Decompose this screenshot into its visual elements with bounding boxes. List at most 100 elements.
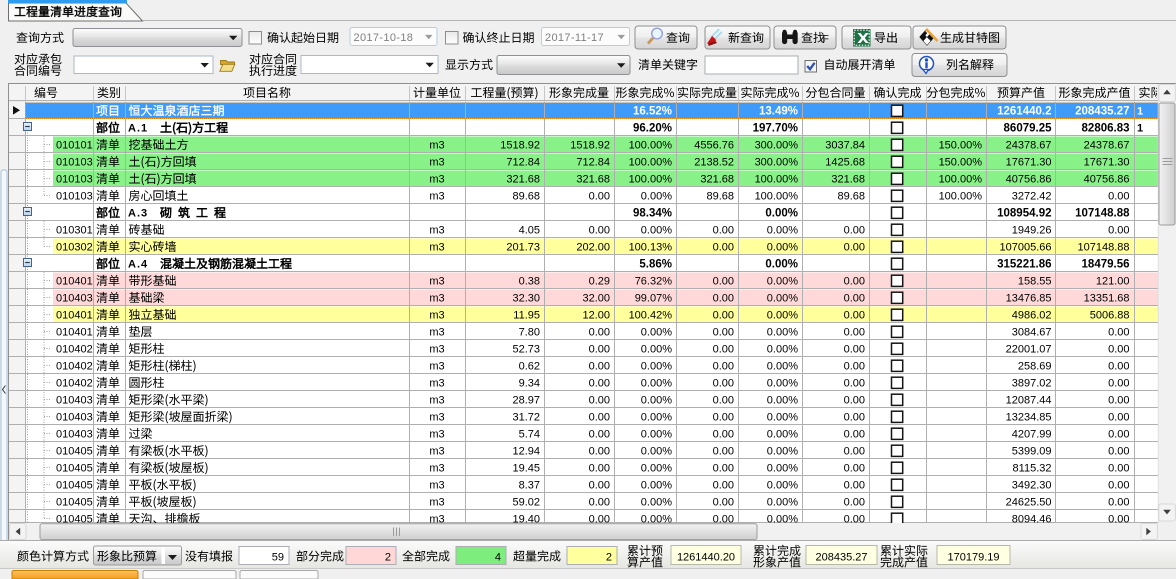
svg-text:0.00: 0.00 [589,378,610,390]
svg-text:010401: 010401 [56,276,93,288]
svg-text:0.00: 0.00 [589,480,610,492]
svg-text:108954.92: 108954.92 [997,208,1051,220]
svg-text:0.00%: 0.00% [641,327,672,339]
svg-text:5006.88: 5006.88 [1090,310,1130,322]
svg-text:4986.02: 4986.02 [1012,310,1052,322]
svg-text:m3: m3 [429,463,444,475]
svg-text:0.00: 0.00 [1108,412,1129,424]
svg-text:0.00: 0.00 [844,395,865,407]
svg-text:A.4: A.4 [128,259,148,271]
svg-text:0.00: 0.00 [713,412,734,424]
svg-text:4207.99: 4207.99 [1012,429,1052,441]
svg-text:11.95: 11.95 [513,310,540,322]
svg-text:5.74: 5.74 [519,429,540,441]
svg-text:A.1: A.1 [128,123,148,135]
svg-text:712.84: 712.84 [506,157,540,169]
svg-text:150.00%: 150.00% [939,140,983,152]
svg-text:A.3: A.3 [128,208,148,220]
svg-text:107005.66: 107005.66 [1000,242,1052,254]
svg-text:m3: m3 [429,497,444,509]
svg-text:0.00: 0.00 [844,429,865,441]
svg-text:010403: 010403 [56,395,93,407]
svg-text:0.00: 0.00 [844,497,865,509]
svg-text:m3: m3 [429,140,444,152]
svg-text:F: F [823,33,829,45]
svg-text:1518.92: 1518.92 [570,140,610,152]
svg-text:201.73: 201.73 [506,242,540,254]
svg-text:010402: 010402 [56,378,93,390]
svg-text:100.42%: 100.42% [629,310,673,322]
svg-text:150.00%: 150.00% [939,157,983,169]
svg-text:0.00: 0.00 [844,276,865,288]
svg-text:197.70%: 197.70% [753,123,798,135]
svg-text:9.34: 9.34 [519,378,540,390]
svg-text:0.00: 0.00 [1108,446,1129,458]
svg-text:12087.44: 12087.44 [1006,395,1052,407]
svg-text:321.68: 321.68 [576,174,610,186]
svg-text:0.00%: 0.00% [767,276,798,288]
svg-text:0.00: 0.00 [844,225,865,237]
svg-text:17671.30: 17671.30 [1084,157,1130,169]
svg-text:0.00: 0.00 [713,429,734,441]
svg-text:107148.88: 107148.88 [1078,242,1130,254]
svg-text:m3: m3 [429,361,444,373]
svg-text:m3: m3 [429,412,444,424]
svg-text:0.00: 0.00 [1108,429,1129,441]
svg-text:100.00%: 100.00% [629,174,673,186]
svg-text:0.00: 0.00 [713,310,734,322]
svg-text:0.00: 0.00 [1108,395,1129,407]
svg-text:010301: 010301 [56,225,93,237]
svg-text:m3: m3 [429,293,444,305]
svg-text:0.00%: 0.00% [767,412,798,424]
svg-text:m3: m3 [429,310,444,322]
svg-text:22001.07: 22001.07 [1006,344,1052,356]
svg-text:0.00%: 0.00% [767,497,798,509]
svg-text:0.00: 0.00 [713,463,734,475]
svg-text:0.00: 0.00 [1108,463,1129,475]
svg-text:3084.67: 3084.67 [1012,327,1052,339]
svg-text:010403: 010403 [56,412,93,424]
svg-text:m3: m3 [429,378,444,390]
svg-text:0.00: 0.00 [844,463,865,475]
svg-text:2017-10-18: 2017-10-18 [354,32,414,44]
svg-text:m3: m3 [429,242,444,254]
svg-text:1: 1 [1137,106,1143,118]
svg-text:0.62: 0.62 [519,361,540,373]
svg-text:0.00%: 0.00% [767,446,798,458]
svg-text:0.00: 0.00 [713,395,734,407]
svg-text:0.00%: 0.00% [767,310,798,322]
svg-text:158.55: 158.55 [1018,276,1052,288]
svg-text:0.00: 0.00 [844,344,865,356]
svg-text:0.00: 0.00 [589,429,610,441]
svg-text:m3: m3 [429,446,444,458]
svg-text:321.68: 321.68 [831,174,865,186]
svg-text:010302: 010302 [56,242,93,254]
svg-text:010401: 010401 [56,327,93,339]
svg-text:3897.02: 3897.02 [1012,378,1052,390]
svg-text:010401: 010401 [56,310,93,322]
svg-text:m3: m3 [429,327,444,339]
svg-text:0.00: 0.00 [1108,191,1129,203]
svg-text:0.38: 0.38 [519,276,540,288]
svg-text:m3: m3 [429,344,444,356]
svg-text:0.00: 0.00 [1108,480,1129,492]
svg-text:0.00%: 0.00% [641,344,672,356]
svg-text:100.00%: 100.00% [939,174,983,186]
svg-text:89.68: 89.68 [706,191,734,203]
svg-text:0.00%: 0.00% [767,225,798,237]
svg-text:0.00: 0.00 [589,361,610,373]
svg-text:52.73: 52.73 [512,344,540,356]
svg-text:0.00%: 0.00% [765,208,798,220]
svg-text:300.00%: 300.00% [755,157,799,169]
svg-text:m3: m3 [429,191,444,203]
svg-text:300.00%: 300.00% [755,140,799,152]
svg-text:0.00%: 0.00% [765,259,798,271]
svg-text:0.29: 0.29 [589,276,610,288]
svg-text:0.00: 0.00 [844,480,865,492]
svg-text:0.00%: 0.00% [641,395,672,407]
svg-text:24378.67: 24378.67 [1084,140,1130,152]
svg-text:0.00: 0.00 [713,497,734,509]
svg-text:0.00%: 0.00% [641,446,672,458]
svg-text:17671.30: 17671.30 [1006,157,1052,169]
svg-text:100.00%: 100.00% [755,191,799,203]
